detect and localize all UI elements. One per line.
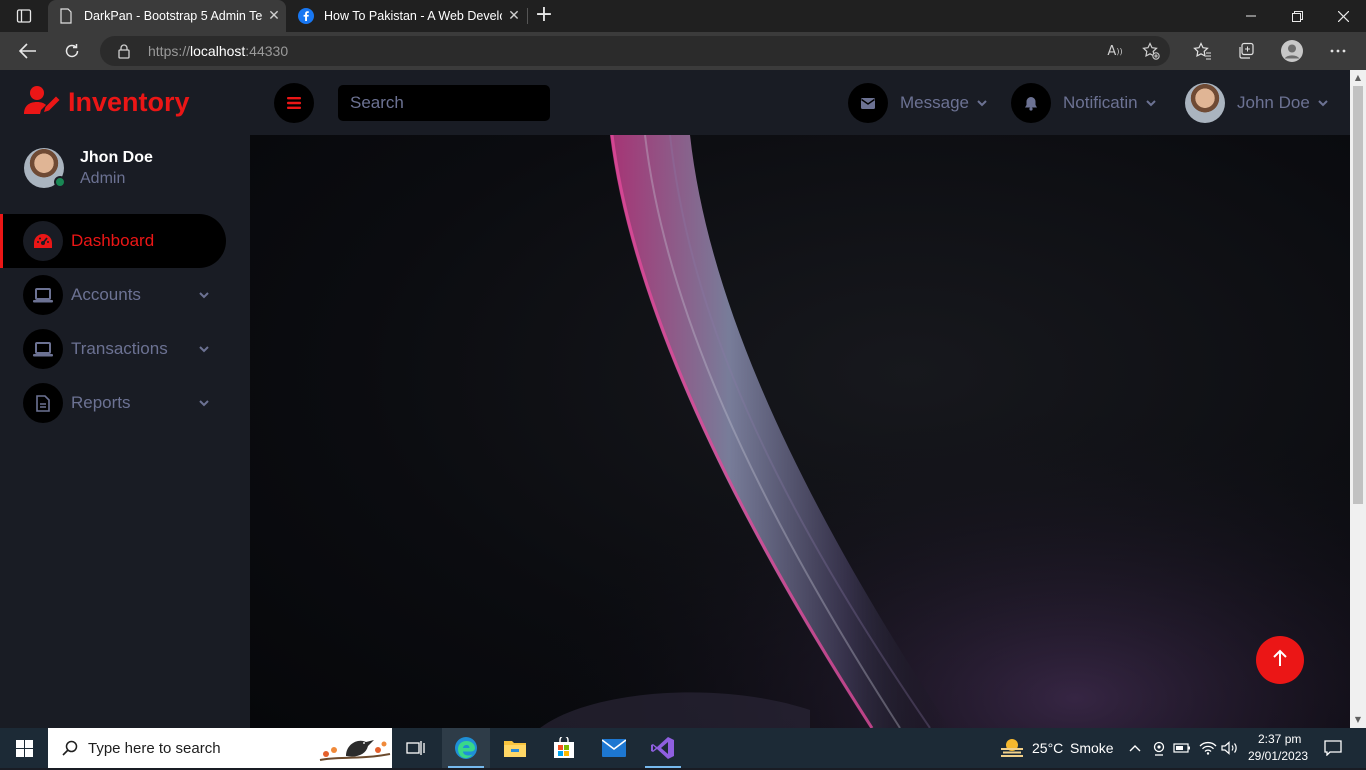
sidebar-item-reports[interactable]: Reports xyxy=(0,376,226,430)
chevron-down-icon[interactable] xyxy=(194,291,214,299)
avatar xyxy=(24,148,66,188)
clock-date[interactable]: 29/01/2023 xyxy=(1248,749,1308,763)
battery-icon[interactable] xyxy=(1172,738,1192,758)
tab-howtopakistan[interactable]: How To Pakistan - A Web Developer ✕ xyxy=(288,0,526,32)
tab-darkpan[interactable]: DarkPan - Bootstrap 5 Admin Template ✕ xyxy=(48,0,286,32)
scroll-down-arrow-icon[interactable]: ▼ xyxy=(1354,716,1362,724)
sidebar-item-label: Dashboard xyxy=(71,231,155,250)
page-icon xyxy=(58,8,74,24)
brand-logo[interactable]: Inventory xyxy=(24,84,190,120)
chevron-down-icon[interactable] xyxy=(194,399,214,407)
weather-description[interactable]: Smoke xyxy=(1070,740,1114,756)
user-edit-icon xyxy=(24,85,60,119)
file-icon xyxy=(23,383,63,423)
chevron-down-icon xyxy=(977,99,987,107)
weather-haze-icon[interactable] xyxy=(1000,736,1024,760)
search-input[interactable] xyxy=(338,85,550,121)
main-background-image xyxy=(250,135,1350,728)
user-dropdown[interactable]: John Doe xyxy=(1185,83,1328,123)
bars-icon xyxy=(287,94,301,113)
bubble-wallpaper-art xyxy=(250,135,1350,728)
sidebar-item-label: Reports xyxy=(71,393,131,412)
collections-icon[interactable] xyxy=(1233,38,1259,64)
page-scrollbar[interactable]: ▲ ▼ xyxy=(1350,70,1366,728)
search-icon xyxy=(62,740,78,756)
windows-start-icon[interactable] xyxy=(0,728,48,768)
profile-name: Jhon Doe xyxy=(80,148,153,166)
close-window-icon[interactable] xyxy=(1320,0,1366,32)
tab-title: DarkPan - Bootstrap 5 Admin Template xyxy=(84,9,262,23)
wifi-icon[interactable] xyxy=(1198,738,1218,758)
profile-role: Admin xyxy=(80,169,126,187)
windows-taskbar: Type here to search 25°C Smoke 2:37 pm 2… xyxy=(0,728,1366,768)
back-arrow-icon[interactable] xyxy=(14,37,42,65)
address-toolbar: https://localhost:44330 A)) xyxy=(0,32,1366,70)
online-status-dot xyxy=(54,176,66,188)
profile-avatar-icon[interactable] xyxy=(1279,38,1305,64)
minimize-icon[interactable] xyxy=(1228,0,1274,32)
url-text: https://localhost:44330 xyxy=(148,43,289,59)
new-tab-icon[interactable]: + xyxy=(532,4,556,28)
bell-icon xyxy=(1011,83,1051,123)
notification-center-icon[interactable] xyxy=(1323,738,1343,758)
chevron-down-icon xyxy=(1318,99,1328,107)
weather-temp[interactable]: 25°C xyxy=(1032,740,1063,756)
file-explorer-icon[interactable] xyxy=(491,728,539,768)
read-aloud-icon[interactable]: A)) xyxy=(1104,40,1126,62)
refresh-icon[interactable] xyxy=(58,37,86,65)
task-view-icon[interactable] xyxy=(392,728,440,768)
sidebar: Inventory Jhon Doe Admin Dashboard Accou… xyxy=(0,70,250,728)
mail-icon[interactable] xyxy=(590,728,638,768)
close-tab-icon[interactable]: ✕ xyxy=(502,8,526,24)
more-options-icon[interactable] xyxy=(1325,38,1351,64)
address-bar[interactable]: https://localhost:44330 xyxy=(100,36,1170,66)
restore-icon[interactable] xyxy=(1274,0,1320,32)
volume-icon[interactable] xyxy=(1220,738,1240,758)
microsoft-store-icon[interactable] xyxy=(540,728,588,768)
envelope-icon xyxy=(848,83,888,123)
taskbar-search-box[interactable]: Type here to search xyxy=(48,728,392,768)
bird-search-highlight-icon xyxy=(318,730,392,770)
meet-camera-icon[interactable] xyxy=(1149,738,1169,758)
tab-divider xyxy=(527,8,528,24)
sidebar-item-dashboard[interactable]: Dashboard xyxy=(0,214,226,268)
message-label: Message xyxy=(900,93,969,112)
chevron-down-icon xyxy=(1145,99,1156,107)
tab-actions-icon[interactable] xyxy=(8,4,40,28)
laptop-icon xyxy=(23,329,63,369)
user-label: John Doe xyxy=(1237,93,1310,112)
chevron-down-icon[interactable] xyxy=(194,345,214,353)
edge-browser-icon[interactable] xyxy=(442,728,490,768)
favorites-icon[interactable] xyxy=(1189,38,1215,64)
admin-app: Inventory Jhon Doe Admin Dashboard Accou… xyxy=(0,70,1366,728)
back-to-top-button[interactable] xyxy=(1256,636,1304,684)
sidebar-item-label: Transactions xyxy=(71,339,168,358)
lock-icon[interactable] xyxy=(118,43,132,59)
tab-title: How To Pakistan - A Web Developer xyxy=(324,9,502,23)
sidebar-item-label: Accounts xyxy=(71,285,141,304)
scrollbar-thumb[interactable] xyxy=(1353,86,1363,504)
laptop-icon xyxy=(23,275,63,315)
top-navbar: Message Notificatin John Doe xyxy=(250,70,1350,135)
tachometer-icon xyxy=(23,221,63,261)
notification-dropdown[interactable]: Notificatin xyxy=(1011,83,1156,123)
sidebar-item-accounts[interactable]: Accounts xyxy=(0,268,226,322)
brand-name: Inventory xyxy=(68,86,190,117)
sidebar-toggle-button[interactable] xyxy=(274,83,314,123)
visual-studio-icon[interactable] xyxy=(639,728,687,768)
notification-label: Notificatin xyxy=(1063,93,1138,112)
scroll-up-arrow-icon[interactable]: ▲ xyxy=(1354,74,1362,82)
clock-time[interactable]: 2:37 pm xyxy=(1258,732,1301,746)
avatar xyxy=(1185,83,1225,123)
chevron-up-icon[interactable] xyxy=(1125,738,1145,758)
sidebar-profile: Jhon Doe Admin xyxy=(24,148,153,188)
add-favorite-icon[interactable] xyxy=(1140,40,1162,62)
sidebar-item-transactions[interactable]: Transactions xyxy=(0,322,226,376)
facebook-icon xyxy=(298,8,314,24)
arrow-up-icon xyxy=(1273,649,1287,671)
browser-tab-strip: DarkPan - Bootstrap 5 Admin Template ✕ H… xyxy=(0,0,1366,32)
close-tab-icon[interactable]: ✕ xyxy=(262,8,286,24)
message-dropdown[interactable]: Message xyxy=(848,83,987,123)
taskbar-search-placeholder: Type here to search xyxy=(88,739,221,757)
